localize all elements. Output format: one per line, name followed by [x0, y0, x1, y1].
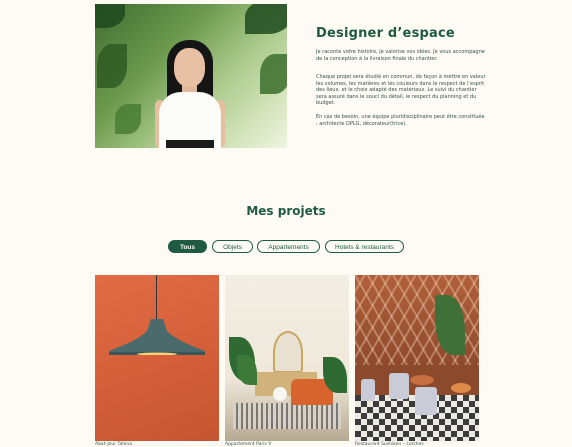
project-card-apartment-label: Appartement Paris V — [225, 442, 272, 447]
about-paragraph-3: En cas de besoin, une équipe pluridiscip… — [316, 114, 485, 127]
pendant-lamp-icon — [109, 319, 205, 355]
project-card-lamp-label: Abat-Jour Tahina — [95, 442, 133, 447]
project-card-lamp[interactable] — [95, 275, 219, 441]
filter-appartements-button[interactable]: Appartements — [257, 240, 320, 253]
designer-portrait-image — [95, 4, 287, 148]
restaurant-project-image — [355, 275, 479, 441]
project-card-restaurant-label: Restaurant Sushiken – Lorches — [355, 442, 424, 447]
filter-tous-button[interactable]: Tous — [168, 240, 207, 253]
about-title: Designer d’espace — [316, 26, 455, 41]
lamp-project-image — [95, 275, 219, 441]
about-paragraph-1: Je raconte votre histoire, je valorise v… — [316, 49, 485, 62]
filter-objets-button[interactable]: Objets — [212, 240, 253, 253]
filter-hotels-restaurants-button[interactable]: Hotels & restaurants — [325, 240, 404, 253]
projects-title: Mes projets — [246, 204, 326, 218]
project-card-apartment[interactable] — [225, 275, 349, 441]
apartment-project-image — [225, 275, 349, 441]
project-card-restaurant[interactable] — [355, 275, 479, 441]
about-paragraph-2: Chaque projet sera étudié en commun, de … — [316, 74, 486, 107]
